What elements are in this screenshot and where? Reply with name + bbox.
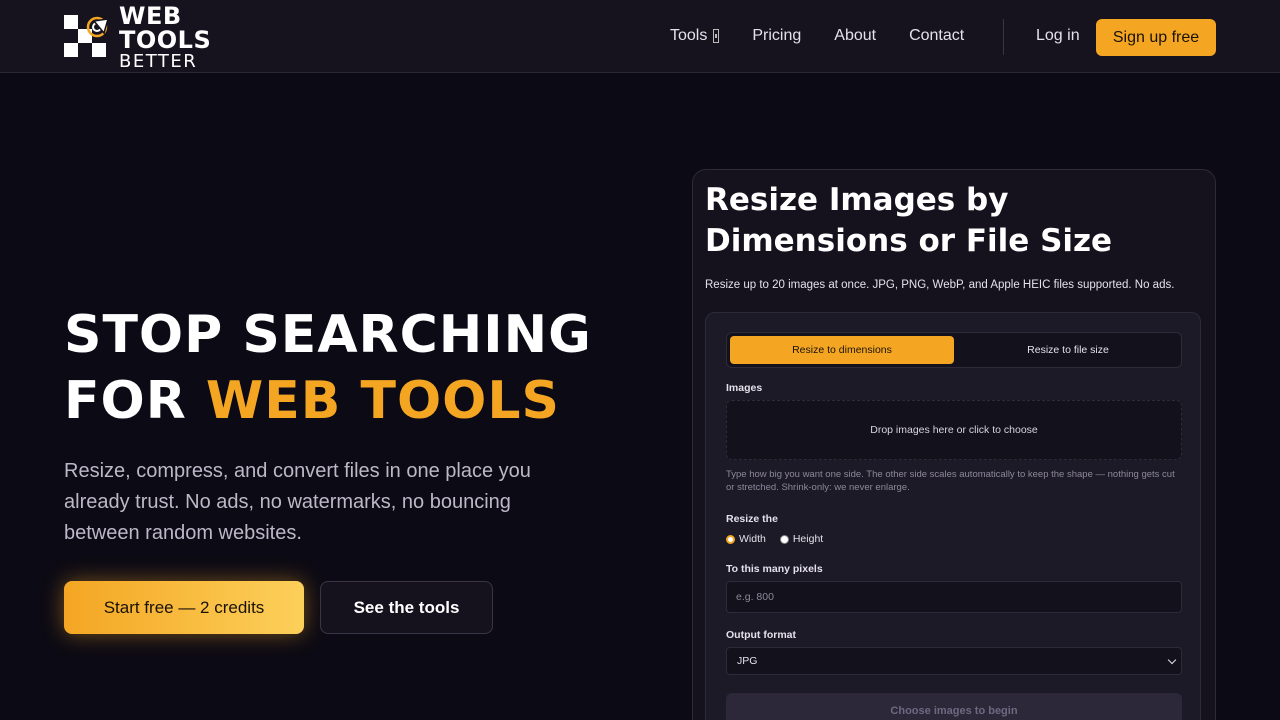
- hero-title-accent: WEB TOOLS: [205, 371, 560, 431]
- brand-tagline: BETTER: [119, 50, 198, 72]
- nav-tools-label: Tools: [670, 27, 708, 44]
- output-format-value: JPG: [737, 655, 758, 667]
- card-title: Resize Images by Dimensions or File Size: [705, 182, 1113, 259]
- dimension-radio-group: Width Height: [726, 533, 837, 545]
- card-description: Resize up to 20 images at once. JPG, PNG…: [705, 279, 1175, 291]
- nav-divider: [1003, 19, 1004, 55]
- output-format-label: Output format: [726, 629, 796, 641]
- start-free-button[interactable]: Start free — 2 credits: [64, 581, 304, 634]
- chevron-down-icon: [713, 29, 720, 43]
- output-format-select[interactable]: JPG: [726, 647, 1182, 675]
- pixels-label: To this many pixels: [726, 563, 823, 575]
- height-radio[interactable]: [779, 534, 789, 544]
- hero-title-line1: STOP SEARCHING: [64, 305, 592, 365]
- resize-form: Resize to dimensions Resize to file size…: [705, 312, 1201, 720]
- nav-tools[interactable]: Tools: [670, 27, 720, 45]
- nav-about[interactable]: About: [834, 27, 876, 45]
- images-label: Images: [726, 382, 763, 394]
- logo-icon: [64, 15, 110, 59]
- image-dropzone[interactable]: Drop images here or click to choose: [726, 400, 1182, 460]
- width-radio[interactable]: [726, 534, 735, 544]
- hero-title-prefix: FOR: [64, 371, 206, 431]
- width-radio-label[interactable]: Width: [739, 533, 766, 545]
- hero-title: STOP SEARCHING FOR WEB TOOLS: [64, 302, 592, 434]
- choose-images-button[interactable]: Choose images to begin: [726, 693, 1182, 720]
- main-nav: Tools Pricing About Contact: [670, 27, 997, 45]
- tab-resize-dimensions[interactable]: Resize to dimensions: [730, 336, 954, 364]
- hero-subtitle: Resize, compress, and convert files in o…: [64, 460, 531, 544]
- brand-name: WEB TOOLS: [119, 1, 212, 54]
- login-link[interactable]: Log in: [1036, 27, 1080, 45]
- signup-button[interactable]: Sign up free: [1096, 19, 1216, 56]
- brand-logo[interactable]: WEB TOOLS BETTER: [64, 4, 274, 70]
- tab-resize-file-size[interactable]: Resize to file size: [956, 336, 1180, 364]
- mode-tabs: Resize to dimensions Resize to file size: [726, 332, 1182, 368]
- chevron-down-icon: [1167, 655, 1177, 665]
- resize-tool-card: Resize Images by Dimensions or File Size…: [692, 169, 1216, 720]
- see-tools-button[interactable]: See the tools: [320, 581, 493, 634]
- pixels-input[interactable]: e.g. 800: [726, 581, 1182, 613]
- resize-help-text: Type how big you want one side. The othe…: [726, 469, 1175, 493]
- nav-contact[interactable]: Contact: [909, 27, 964, 45]
- height-radio-label[interactable]: Height: [793, 533, 823, 545]
- nav-pricing[interactable]: Pricing: [752, 27, 801, 45]
- hero-title-line2: FOR WEB TOOLS: [64, 368, 592, 434]
- resize-the-label: Resize the: [726, 513, 778, 525]
- site-header: WEB TOOLS BETTER Tools Pricing About Con…: [0, 0, 1280, 73]
